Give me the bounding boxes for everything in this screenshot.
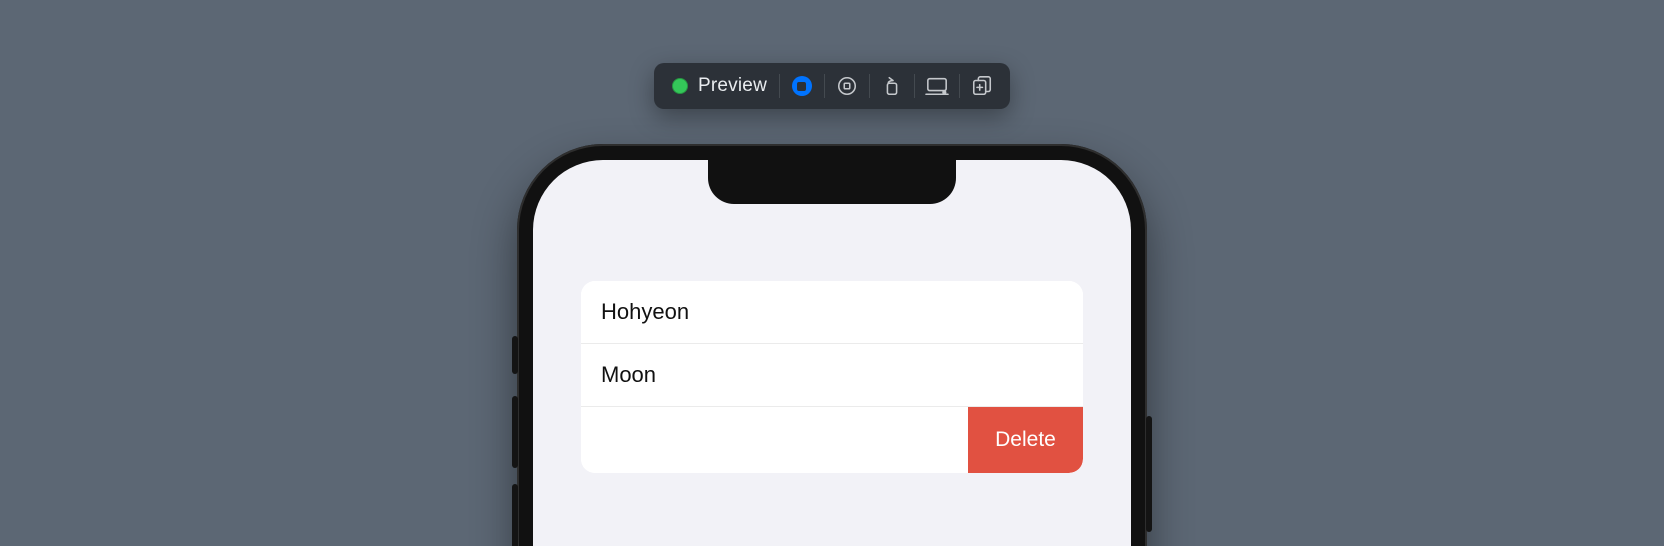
delete-button[interactable]: Delete — [968, 407, 1083, 473]
power-button-icon — [1146, 416, 1152, 532]
preview-status-section: Preview — [660, 63, 779, 109]
rotate-button[interactable] — [870, 69, 914, 103]
phone-frame: Hohyeon Moon Delete — [517, 144, 1147, 546]
preview-label: Preview — [698, 75, 767, 97]
list-item[interactable]: Hohyeon — [581, 281, 1083, 344]
list-item[interactable]: Moon — [581, 344, 1083, 407]
delete-button-label: Delete — [995, 428, 1056, 452]
status-dot-icon — [672, 78, 688, 94]
volume-down-icon — [512, 484, 518, 546]
mute-switch-icon — [512, 336, 518, 374]
list-item-label: Moon — [601, 362, 656, 387]
duplicate-preview-icon — [971, 75, 993, 97]
live-preview-icon — [792, 76, 812, 96]
preview-toolbar: Preview — [654, 63, 1010, 109]
notch-icon — [708, 160, 956, 204]
list-card: Hohyeon Moon Delete — [581, 281, 1083, 473]
selectable-button[interactable] — [825, 69, 869, 103]
live-preview-button[interactable] — [780, 69, 824, 103]
device-settings-icon — [924, 75, 950, 97]
list-item-swiped[interactable]: Delete — [581, 407, 1083, 473]
duplicate-preview-button[interactable] — [960, 69, 1004, 103]
volume-up-icon — [512, 396, 518, 468]
phone-screen: Hohyeon Moon Delete — [533, 160, 1131, 546]
list-item-label: Hohyeon — [601, 299, 689, 324]
selectable-icon — [836, 75, 858, 97]
rotate-icon — [881, 75, 903, 97]
device-settings-button[interactable] — [915, 69, 959, 103]
